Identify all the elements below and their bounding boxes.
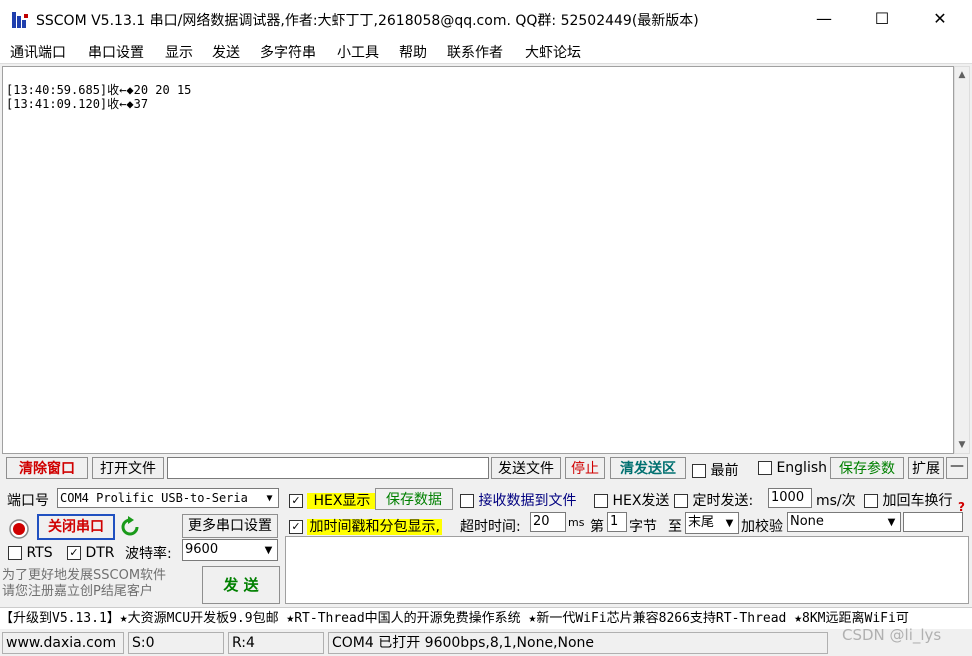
english-checkbox[interactable]: English [758, 460, 827, 476]
clear-window-button[interactable]: 清除窗口 [6, 457, 88, 479]
stop-button[interactable]: 停止 [565, 457, 605, 479]
byte-label: 字节 [629, 519, 657, 535]
chevron-down-icon[interactable]: ▼ [261, 541, 276, 560]
send-button[interactable]: 发 送 [202, 566, 280, 604]
app-logo-icon [12, 12, 28, 28]
help-icon[interactable]: ? [958, 500, 965, 514]
timestamp-checkbox[interactable]: ✓ 加时间戳和分包显示, [289, 516, 442, 536]
port-select-value: COM4 Prolific USB-to-Seria [60, 491, 248, 505]
received-count: R:4 [228, 632, 324, 654]
save-params-button[interactable]: 保存参数 [830, 457, 904, 479]
open-file-button[interactable]: 打开文件 [92, 457, 164, 479]
checksum-select[interactable]: None ▼ [787, 512, 901, 532]
website-link[interactable]: www.daxia.com [2, 632, 124, 654]
menu-comm-port[interactable]: 通讯端口 [10, 42, 66, 62]
news-ticker[interactable]: 【升级到V5.13.1】★大资源MCU开发板9.9包邮 ★RT-Thread中国… [0, 607, 972, 629]
scroll-down-icon[interactable]: ▼ [955, 437, 969, 453]
clear-send-button[interactable]: 清发送区 [610, 457, 686, 479]
timeout-unit: ms [568, 516, 585, 529]
recv-to-file-checkbox[interactable]: 接收数据到文件 [460, 490, 576, 510]
menu-help[interactable]: 帮助 [399, 42, 427, 62]
to-label: 至 [668, 519, 682, 535]
scroll-up-icon[interactable]: ▲ [955, 67, 969, 83]
sent-count: S:0 [128, 632, 224, 654]
interval-input[interactable]: 1000 [768, 488, 812, 508]
receive-area[interactable]: [13:40:59.685]收←◆20 20 15 [13:41:09.120]… [2, 66, 954, 454]
file-path-input[interactable] [167, 457, 489, 479]
more-port-settings-button[interactable]: 更多串口设置 [182, 514, 278, 538]
checksum-select-value: None [790, 514, 824, 529]
menu-serial-settings[interactable]: 串口设置 [88, 42, 144, 62]
receive-line: [13:41:09.120]收←◆37 [6, 97, 149, 111]
menu-send[interactable]: 发送 [212, 42, 240, 62]
timed-send-checkbox[interactable]: 定时发送: [674, 490, 753, 510]
chevron-down-icon[interactable]: ▼ [722, 514, 737, 533]
chevron-down-icon[interactable]: ▼ [884, 514, 899, 531]
receive-line: [13:40:59.685]收←◆20 20 15 [6, 83, 192, 97]
dtr-checkbox[interactable]: ✓ DTR [67, 545, 115, 561]
english-label: English [776, 460, 828, 476]
title-bar: SSCOM V5.13.1 串口/网络数据调试器,作者:大虾丁丁,2618058… [0, 0, 972, 38]
chevron-down-icon[interactable]: ▼ [262, 490, 277, 507]
interval-unit: ms/次 [816, 493, 856, 509]
checksum-extra-input[interactable] [903, 512, 963, 532]
recv-to-file-label: 接收数据到文件 [478, 493, 577, 509]
rts-checkbox[interactable]: RTS [8, 545, 53, 561]
nth-input[interactable]: 1 [607, 512, 627, 532]
topmost-checkbox[interactable]: 最前 [692, 460, 738, 480]
hex-display-checkbox[interactable]: ✓ HEX显示 [289, 490, 377, 510]
send-file-button[interactable]: 发送文件 [491, 457, 561, 479]
vertical-scrollbar[interactable]: ▲ ▼ [954, 66, 970, 454]
save-data-button[interactable]: 保存数据 [375, 488, 453, 510]
window-title: SSCOM V5.13.1 串口/网络数据调试器,作者:大虾丁丁,2618058… [36, 13, 699, 29]
close-button[interactable]: ✕ [911, 0, 969, 38]
timeout-label: 超时时间: [460, 519, 521, 535]
end-select-value: 末尾 [688, 515, 715, 530]
close-port-button[interactable]: 关闭串口 [37, 514, 115, 540]
promo-text[interactable]: 为了更好地发展SSCOM软件 请您注册嘉立创P结尾客户 [2, 568, 200, 604]
port-status-icon [9, 519, 29, 539]
port-label: 端口号 [7, 493, 49, 509]
menu-multi-string[interactable]: 多字符串 [260, 42, 316, 62]
menu-tools[interactable]: 小工具 [337, 42, 379, 62]
baud-select-value: 9600 [185, 542, 219, 557]
menu-bar: 通讯端口 串口设置 显示 发送 多字符串 小工具 帮助 联系作者 大虾论坛 [0, 38, 972, 64]
rts-label: RTS [26, 545, 53, 561]
end-select[interactable]: 末尾 ▼ [685, 512, 739, 534]
send-textarea[interactable] [285, 536, 969, 604]
status-bar: www.daxia.com S:0 R:4 COM4 已打开 9600bps,8… [0, 626, 972, 656]
hex-display-label: HEX显示 [307, 493, 377, 509]
menu-forum[interactable]: 大虾论坛 [525, 42, 581, 62]
minimize-button[interactable]: — [795, 0, 853, 38]
watermark: CSDN @li_lys [842, 626, 942, 644]
collapse-button[interactable]: — [946, 457, 968, 479]
timeout-input[interactable]: 20 [530, 512, 566, 532]
topmost-label: 最前 [710, 463, 739, 479]
timestamp-label: 加时间戳和分包显示, [307, 519, 442, 535]
expand-button[interactable]: 扩展 [908, 457, 944, 479]
maximize-button[interactable]: ☐ [853, 0, 911, 38]
add-crlf-label: 加回车换行 [882, 493, 953, 509]
baud-label: 波特率: [125, 546, 172, 562]
baud-select[interactable]: 9600 ▼ [182, 539, 278, 561]
hex-send-label: HEX发送 [612, 493, 670, 509]
hex-send-checkbox[interactable]: HEX发送 [594, 490, 669, 510]
refresh-icon[interactable] [120, 516, 140, 538]
menu-contact-author[interactable]: 联系作者 [447, 42, 503, 62]
checksum-label: 加校验 [741, 519, 783, 535]
dtr-label: DTR [85, 545, 115, 561]
add-crlf-checkbox[interactable]: 加回车换行 [864, 490, 952, 510]
menu-display[interactable]: 显示 [165, 42, 193, 62]
port-select[interactable]: COM4 Prolific USB-to-Seria ▼ [57, 488, 279, 508]
timed-send-label: 定时发送: [692, 493, 754, 509]
nth-label: 第 [590, 519, 604, 535]
port-status-text: COM4 已打开 9600bps,8,1,None,None [328, 632, 828, 654]
